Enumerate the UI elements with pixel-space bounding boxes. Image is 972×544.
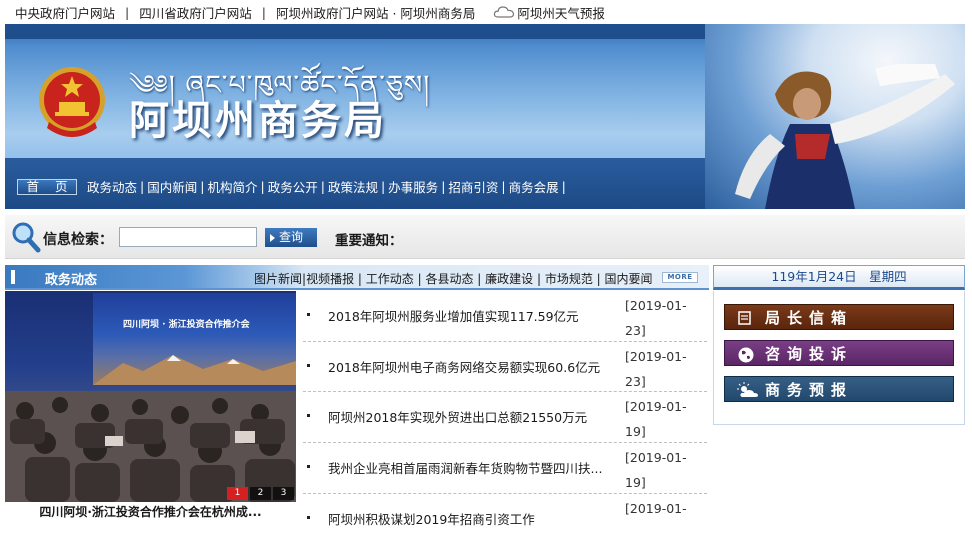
category-market[interactable]: 市场规范 bbox=[545, 272, 593, 286]
category-work[interactable]: 工作动态 bbox=[366, 272, 414, 286]
globe-icon bbox=[738, 347, 754, 363]
slideshow-pager: 1 2 3 bbox=[225, 487, 294, 500]
search-bar: 信息检索： 查询 重要通知： bbox=[5, 215, 965, 259]
cloud-icon bbox=[493, 5, 515, 19]
search-label: 信息检索： bbox=[43, 232, 113, 248]
weather-icon bbox=[737, 382, 758, 397]
divider: | bbox=[441, 179, 446, 194]
director-mailbox-button[interactable]: 局长信箱 bbox=[724, 304, 954, 330]
consult-complaint-button[interactable]: 咨询投诉 bbox=[724, 340, 954, 366]
nav-item-policies[interactable]: 政策法规 bbox=[328, 177, 378, 196]
news-date: [2019-01-23] bbox=[625, 348, 687, 389]
audience-image bbox=[5, 391, 296, 502]
divider: | bbox=[200, 179, 205, 194]
divider: | bbox=[533, 272, 545, 286]
mailbox-icon bbox=[738, 311, 751, 325]
site-banner: ༄༅། ཞང་པ་ཁུལ་ཚོང་དོན་ཅུས། 阿坝州商务局 首 页 政务动… bbox=[5, 24, 965, 209]
director-mailbox-label: 局长信箱 bbox=[765, 309, 854, 327]
link-sichuan-gov[interactable]: 四川省政府门户网站 bbox=[139, 3, 252, 22]
slide-page-1[interactable]: 1 bbox=[227, 487, 248, 500]
date-display: 119年1月24日 星期四 bbox=[713, 265, 965, 290]
news-section-header: 政务动态 图片新闻|视频播报 | 工作动态 | 各县动态 | 廉政建设 | 市场… bbox=[5, 265, 709, 290]
nav-home-button[interactable]: 首 页 bbox=[17, 178, 77, 195]
divider: | bbox=[354, 272, 366, 286]
link-aba-gov[interactable]: 阿坝州政府门户网站 · 阿坝州商务局 bbox=[276, 3, 475, 22]
business-forecast-label: 商务预报 bbox=[765, 381, 854, 399]
divider: | bbox=[413, 272, 426, 286]
nav-item-services[interactable]: 办事服务 bbox=[388, 177, 438, 196]
slide-page-3[interactable]: 3 bbox=[273, 487, 294, 500]
category-national[interactable]: 国内要闻 bbox=[605, 272, 653, 286]
news-title[interactable]: 阿坝州2018年实现外贸进出口总额21550万元 bbox=[328, 407, 587, 426]
bullet bbox=[307, 363, 310, 367]
list-item: 2018年阿坝州服务业增加值实现117.59亿元 [2019-01-23] bbox=[303, 291, 707, 342]
notice-label: 重要通知： bbox=[335, 233, 403, 249]
list-item: 阿坝州2018年实现外贸进出口总额21550万元 [2019-01-19] bbox=[303, 392, 707, 444]
slide-page-2[interactable]: 2 bbox=[250, 487, 271, 500]
link-central-gov[interactable]: 中央政府门户网站 bbox=[15, 3, 115, 22]
divider: | bbox=[561, 179, 566, 194]
news-title[interactable]: 2018年阿坝州服务业增加值实现117.59亿元 bbox=[328, 306, 579, 325]
business-forecast-button[interactable]: 商务预报 bbox=[724, 376, 954, 402]
screen-title: 四川阿坝 · 浙江投资合作推介会 bbox=[123, 320, 250, 330]
category-video[interactable]: 视频播报 bbox=[306, 272, 354, 286]
consult-complaint-label: 咨询投诉 bbox=[765, 345, 854, 363]
news-date: [2019-01-19] bbox=[625, 450, 687, 491]
divider: | bbox=[260, 179, 265, 194]
divider: | bbox=[592, 272, 605, 286]
divider: | bbox=[320, 179, 325, 194]
news-list: 2018年阿坝州服务业增加值实现117.59亿元 [2019-01-23] 20… bbox=[303, 291, 707, 544]
news-title[interactable]: 我州企业亮相首届雨润新春年货购物节暨四川扶... bbox=[328, 458, 602, 477]
top-links-bar: 中央政府门户网站 | 四川省政府门户网站 | 阿坝州政府门户网站 · 阿坝州商务… bbox=[0, 0, 972, 24]
link-weather[interactable]: 阿坝州天气预报 bbox=[517, 3, 605, 22]
main-nav: 首 页 政务动态 | 国内新闻 | 机构简介 | 政务公开 | 政策法规 | 办事服务 | … bbox=[17, 177, 569, 196]
nav-item-gov-news[interactable]: 政务动态 bbox=[87, 177, 137, 196]
site-name: 阿坝州商务局 bbox=[129, 97, 387, 144]
news-date: [2019-01-23] bbox=[625, 298, 687, 338]
more-button[interactable]: MORE bbox=[662, 272, 698, 283]
list-item: 阿坝州积极谋划2019年招商引资工作 [2019-01- bbox=[303, 494, 707, 544]
dancer-figure-icon bbox=[735, 64, 955, 209]
news-categories: 图片新闻|视频播报 | 工作动态 | 各县动态 | 廉政建设 | 市场规范 | … bbox=[254, 270, 653, 287]
category-integrity[interactable]: 廉政建设 bbox=[485, 272, 533, 286]
category-photo-news[interactable]: 图片新闻 bbox=[254, 272, 302, 286]
play-icon bbox=[270, 234, 275, 242]
divider: | bbox=[125, 4, 130, 20]
divider: | bbox=[501, 179, 506, 194]
bullet bbox=[307, 313, 310, 316]
slideshow-caption[interactable]: 四川阿坝·浙江投资合作推介会在杭州成... bbox=[5, 503, 296, 523]
news-section-title[interactable]: 政务动态 bbox=[45, 269, 97, 288]
divider: | bbox=[140, 179, 145, 194]
list-item: 2018年阿坝州电子商务网络交易额实现60.6亿元 [2019-01-23] bbox=[303, 342, 707, 393]
event-screen: 四川阿坝 · 浙江投资合作推介会 bbox=[93, 293, 296, 385]
nav-item-domestic-news[interactable]: 国内新闻 bbox=[147, 177, 197, 196]
quick-links-panel: 局长信箱 咨询投诉 商务预报 bbox=[713, 291, 965, 425]
search-button[interactable]: 查询 bbox=[265, 228, 317, 247]
news-title[interactable]: 阿坝州积极谋划2019年招商引资工作 bbox=[328, 509, 535, 528]
divider: | bbox=[261, 4, 266, 20]
nav-item-expo[interactable]: 商务会展 bbox=[509, 177, 559, 196]
nav-item-about[interactable]: 机构简介 bbox=[207, 177, 257, 196]
news-date: [2019-01- bbox=[625, 500, 687, 516]
news-title[interactable]: 2018年阿坝州电子商务网络交易额实现60.6亿元 bbox=[328, 357, 600, 376]
search-input[interactable] bbox=[119, 227, 257, 247]
section-marker bbox=[11, 270, 15, 284]
bullet bbox=[307, 515, 310, 519]
mountain-image bbox=[93, 355, 296, 385]
search-button-label: 查询 bbox=[279, 230, 304, 244]
search-icon bbox=[12, 222, 41, 253]
bullet bbox=[307, 465, 310, 469]
list-item: 我州企业亮相首届雨润新春年货购物节暨四川扶... [2019-01-19] bbox=[303, 443, 707, 494]
photo-slideshow[interactable]: 四川阿坝 · 浙江投资合作推介会 1 2 3 bbox=[5, 291, 296, 502]
bullet bbox=[307, 414, 310, 418]
nav-item-gov-open[interactable]: 政务公开 bbox=[268, 177, 318, 196]
divider: | bbox=[380, 179, 386, 194]
nav-item-investment[interactable]: 招商引资 bbox=[448, 177, 498, 196]
news-date: [2019-01-19] bbox=[625, 399, 687, 440]
national-emblem-icon bbox=[39, 67, 105, 137]
category-county[interactable]: 各县动态 bbox=[425, 272, 473, 286]
divider: | bbox=[473, 272, 486, 286]
